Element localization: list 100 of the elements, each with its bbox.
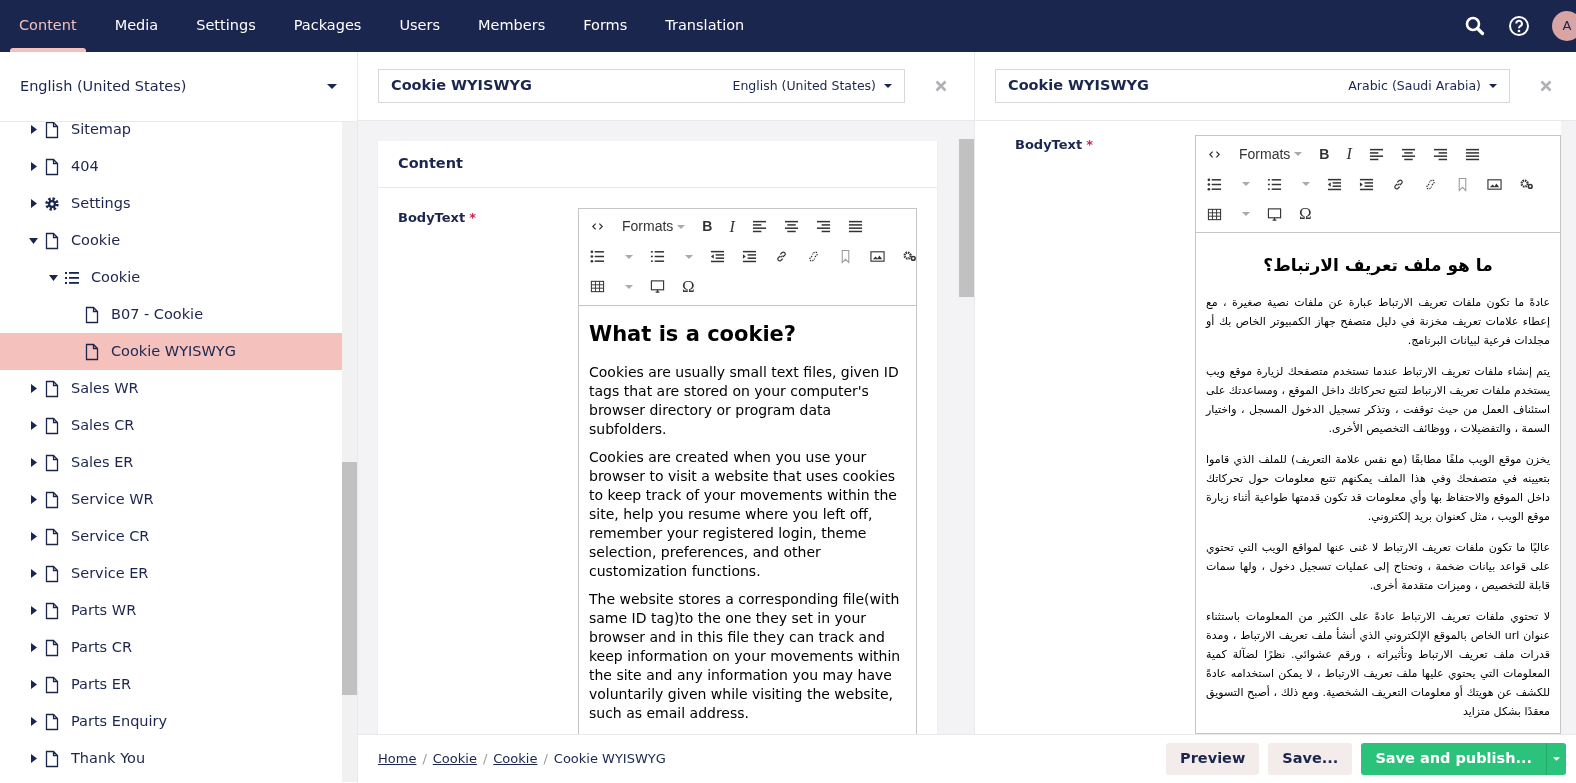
page-icon <box>83 342 101 361</box>
nav-tab[interactable]: Settings <box>177 0 275 52</box>
tree-item[interactable]: Cookie <box>0 259 342 296</box>
tree-item[interactable]: Thank You <box>0 740 342 777</box>
tree-item[interactable]: Service ER <box>0 555 342 592</box>
nav-tab[interactable]: Media <box>95 0 178 52</box>
publish-options-button[interactable] <box>1546 742 1566 775</box>
image-icon <box>870 249 885 265</box>
breadcrumb-link[interactable]: Cookie <box>432 749 477 769</box>
nav-tab[interactable]: Content <box>0 0 96 52</box>
breadcrumb-separator: / <box>543 750 548 769</box>
caret-right-icon[interactable] <box>30 754 37 763</box>
editor-paragraph: Cookies are created when you use your browser to visit a website that uses cookies to keep track of your movements within the site, help you resume where you left off, remember your registered login, theme selection, preferences, and other customization functions. <box>589 448 898 582</box>
nav-tab[interactable]: Forms <box>564 0 647 52</box>
monitor-icon <box>650 279 665 295</box>
caret-right-icon[interactable] <box>30 717 37 726</box>
scrollbar[interactable] <box>1561 121 1576 734</box>
name-field[interactable]: Cookie WYISWYG Arabic (Saudi Arabia) <box>995 69 1510 103</box>
culture-dropdown[interactable]: Arabic (Saudi Arabia) <box>1348 76 1481 96</box>
caret-right-icon[interactable] <box>30 162 37 171</box>
caret-down-icon[interactable] <box>29 237 38 244</box>
rich-text-editor[interactable] <box>578 207 917 734</box>
editor-paragraph: The website stores a corresponding file(with same ID tag)to the one they set in your browser and in this file they can track and keep information on your movements within the site and any information you may have voluntarily given while visiting the website, such as email address. <box>589 590 902 724</box>
language-dropdown[interactable]: English (United States) <box>0 52 357 122</box>
tree-item[interactable]: Settings <box>0 185 342 222</box>
special-character-button[interactable]: Ω <box>1292 199 1319 230</box>
caret-icon <box>1242 212 1250 217</box>
align-right-icon <box>815 219 831 235</box>
editor-paragraph: لا تحتوي ملفات تعريف الارتباط عادةً على الكثير من المعلومات باستثناء عنوان url الخاص بالموقع الإلكتروني الذي أنشأ ملف تعريف الارتباط ، ومدة قدرات ملف تعريف الارتباط وتأثيراته ، ورقم عشوائي. نظرًا لضآلة كمية المعلومات التي يحتوي عليها ملف تعريف الارتباط ، لا يمكن استخدامه عادةً للكشف عن هويتك أو معلومات التعريف الشخصية. ومع ذلك ، أصبح التسويق معقدًا بشكل متزايد <box>1206 609 1550 721</box>
tree-item[interactable]: Sales CR <box>0 407 342 444</box>
tree-item[interactable]: Sales ER <box>0 444 342 481</box>
caret-right-icon[interactable] <box>30 421 37 430</box>
tree-item[interactable]: 404 <box>0 148 342 185</box>
page-icon <box>43 122 61 139</box>
caret-right-icon[interactable] <box>30 199 37 208</box>
search-icon[interactable] <box>1464 15 1486 37</box>
special-character-button[interactable]: Ω <box>675 271 702 302</box>
formats-dropdown[interactable]: Formats <box>1232 139 1310 170</box>
tree-item[interactable]: Cookie WYISWYG <box>0 333 342 370</box>
caret-icon <box>625 284 633 289</box>
align-left-icon <box>751 219 767 235</box>
culture-dropdown[interactable]: English (United States) <box>732 76 876 96</box>
breadcrumb-link[interactable]: Home <box>378 749 417 769</box>
caret-down-icon[interactable] <box>49 274 58 281</box>
caret-right-icon[interactable] <box>30 532 37 541</box>
align-left-icon <box>1368 146 1384 162</box>
caret-right-icon[interactable] <box>30 643 37 652</box>
link-icon <box>774 249 789 265</box>
tree-item[interactable]: Sales WR <box>0 370 342 407</box>
user-avatar[interactable]: A <box>1552 11 1576 41</box>
tree-item[interactable]: Cookie <box>0 222 342 259</box>
outdent-icon <box>1327 176 1342 192</box>
caret-icon <box>1294 152 1303 157</box>
breadcrumb-current: Cookie WYISWYG <box>553 750 666 769</box>
breadcrumb-link[interactable]: Cookie <box>493 749 538 769</box>
page-icon <box>43 564 61 583</box>
bold-button[interactable]: B <box>695 211 720 242</box>
caret-icon <box>327 84 337 89</box>
caret-right-icon[interactable] <box>30 606 37 615</box>
help-icon[interactable] <box>1508 15 1530 37</box>
caret-right-icon[interactable] <box>30 125 37 134</box>
editor-paragraph: يتم إنشاء ملفات تعريف الارتباط عندما تستخدم متصفحك لزيارة موقع ويب يستخدم ملفات تعريف الارتباط لتتبع تحركاتك داخل الموقع ، ومساعدتك على استئناف العمل من حيث توقفت ، وتذكر تسجيل الدخول المسجل ، واختيار السمة ، والتفضيلات ، ووظائف التخصيص الأخرى. <box>1206 364 1550 438</box>
caret-right-icon[interactable] <box>30 680 37 689</box>
page-icon <box>43 749 61 768</box>
scrollbar[interactable] <box>959 121 974 734</box>
rich-text-editor[interactable] <box>1195 135 1561 734</box>
tree-item[interactable]: Parts CR <box>0 629 342 666</box>
align-center-icon <box>783 219 799 235</box>
align-right-icon <box>1432 146 1448 162</box>
action-button[interactable]: Save... <box>1268 742 1353 775</box>
bullet-list-icon <box>590 249 605 265</box>
tree-item[interactable]: B07 - Cookie <box>0 296 342 333</box>
tree-item[interactable]: Sitemap <box>0 122 342 148</box>
formats-dropdown[interactable]: Formats <box>615 211 693 242</box>
table-icon <box>590 279 605 295</box>
italic-button[interactable]: I <box>1339 139 1359 170</box>
scrollbar[interactable] <box>342 122 357 782</box>
italic-button[interactable]: I <box>722 211 742 242</box>
tree-item[interactable]: Parts WR <box>0 592 342 629</box>
page-icon <box>43 157 61 176</box>
outdent-icon <box>710 249 725 265</box>
tree-item[interactable]: Service WR <box>0 481 342 518</box>
caret-right-icon[interactable] <box>30 458 37 467</box>
settings-icon <box>43 194 61 213</box>
action-button[interactable]: Preview <box>1166 742 1260 775</box>
bold-button[interactable]: B <box>1312 139 1337 170</box>
nav-tab[interactable]: Members <box>459 0 565 52</box>
tree-item[interactable]: Parts Enquiry <box>0 703 342 740</box>
nav-tab[interactable]: Users <box>380 0 459 52</box>
tree-item[interactable]: Parts ER <box>0 666 342 703</box>
caret-right-icon[interactable] <box>30 569 37 578</box>
caret-right-icon[interactable] <box>30 495 37 504</box>
tree-item[interactable]: Service CR <box>0 518 342 555</box>
page-icon <box>83 305 101 324</box>
nav-tab[interactable]: Translation <box>646 0 764 52</box>
nav-tab[interactable]: Packages <box>274 0 381 52</box>
caret-icon <box>1489 84 1497 88</box>
name-field[interactable]: Cookie WYISWYG English (United States) <box>378 69 905 104</box>
caret-right-icon[interactable] <box>30 384 37 393</box>
unlink-icon <box>806 249 821 265</box>
